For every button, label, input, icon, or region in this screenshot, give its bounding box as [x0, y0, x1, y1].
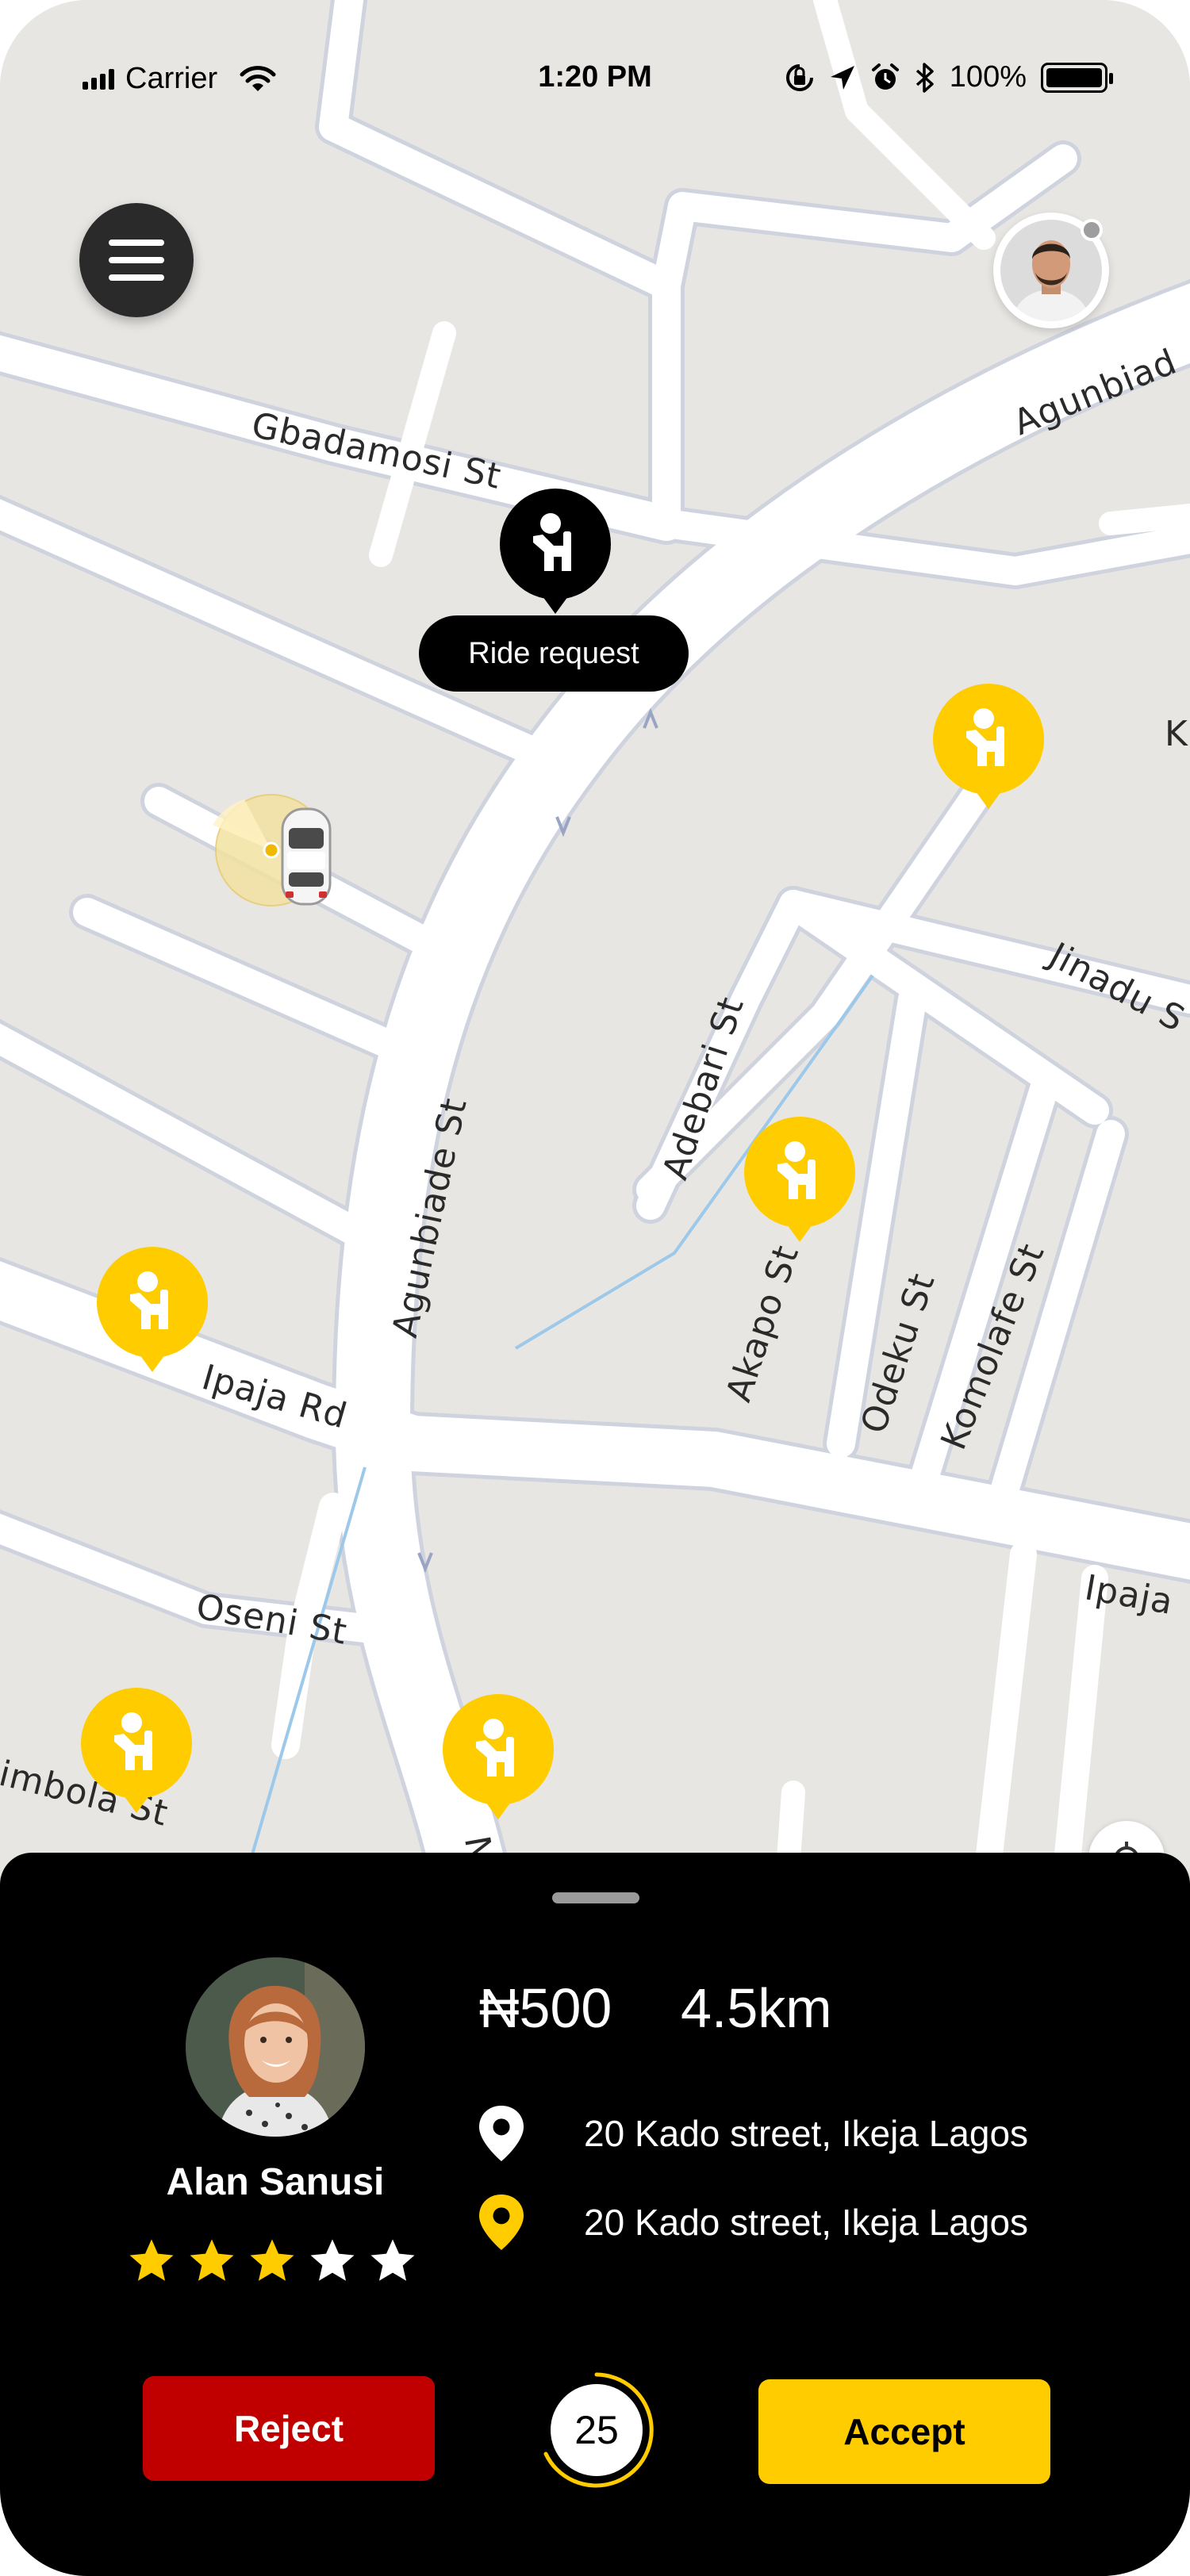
- star-icon: [129, 2239, 174, 2281]
- ride-request-sheet: Alan Sanusi ₦500 4.5km 20 Kado street, I…: [0, 1853, 1190, 2576]
- rider-avatar: [186, 1957, 365, 2137]
- phone-screen: Gbadamosi St Agunbiade St Agunbiad Adeba…: [0, 0, 1190, 2576]
- pickup-address-row: 20 Kado street, Ikeja Lagos: [479, 2105, 1028, 2162]
- ride-request-pin[interactable]: [498, 489, 612, 623]
- hamburger-menu-icon: [109, 240, 164, 246]
- battery-icon: [1041, 62, 1113, 93]
- rider-pin[interactable]: [441, 1694, 555, 1829]
- battery-percent: 100%: [949, 60, 1027, 94]
- ride-request-label[interactable]: Ride request: [419, 615, 689, 692]
- countdown-value: 25: [574, 2408, 619, 2452]
- rider-pin[interactable]: [79, 1688, 194, 1823]
- menu-button[interactable]: [79, 203, 194, 317]
- rider-pin[interactable]: [95, 1247, 209, 1382]
- rider-pin[interactable]: [931, 684, 1046, 818]
- signal-icon: [83, 68, 114, 90]
- carrier-label: Carrier: [125, 62, 218, 95]
- destination-address: 20 Kado street, Ikeja Lagos: [584, 2202, 1029, 2243]
- star-icon: [250, 2239, 294, 2281]
- car-icon: [213, 794, 332, 907]
- status-dot: [1081, 219, 1103, 241]
- reject-button[interactable]: Reject: [143, 2376, 435, 2481]
- pickup-address: 20 Kado street, Ikeja Lagos: [584, 2113, 1029, 2154]
- location-arrow-icon: [830, 65, 854, 90]
- rider-name: Alan Sanusi: [166, 2161, 385, 2203]
- star-icon: [310, 2239, 355, 2281]
- rider-rating: [125, 2235, 419, 2287]
- trip-distance: 4.5km: [681, 1977, 832, 2039]
- destination-address-row: 20 Kado street, Ikeja Lagos: [479, 2194, 1028, 2251]
- rider-pin[interactable]: [743, 1117, 857, 1252]
- location-pin-icon: [479, 2106, 524, 2161]
- profile-avatar[interactable]: [993, 213, 1109, 328]
- bluetooth-icon: [916, 62, 934, 93]
- star-icon: [190, 2239, 234, 2281]
- alarm-icon: [871, 63, 899, 90]
- sheet-drag-handle[interactable]: [552, 1892, 639, 1903]
- street-label: K: [1165, 714, 1188, 754]
- status-bar: Carrier 1:20 PM 100%: [0, 48, 1190, 111]
- location-pin-icon: [479, 2195, 524, 2250]
- rotation-lock-icon: [785, 63, 813, 91]
- accept-button[interactable]: Accept: [758, 2379, 1050, 2484]
- star-icon: [370, 2239, 415, 2281]
- wifi-icon: [240, 65, 276, 91]
- trip-fare: ₦500: [479, 1977, 612, 2039]
